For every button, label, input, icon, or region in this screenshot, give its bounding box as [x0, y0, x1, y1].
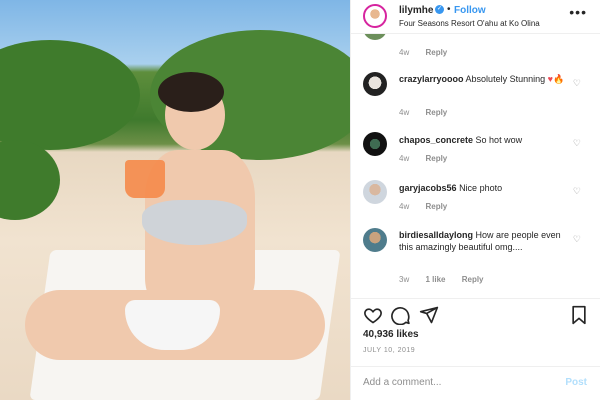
bush-shape — [0, 140, 60, 220]
commenter-avatar[interactable] — [363, 132, 387, 156]
post-header: lilymhe ✓ • Follow Four Seasons Resort O… — [351, 0, 600, 34]
post-location[interactable]: Four Seasons Resort O'ahu at Ko Olina — [399, 19, 540, 28]
comment-body: Nice photo — [459, 183, 503, 193]
comment-like-count[interactable]: 1 like — [425, 275, 445, 284]
comments-list[interactable]: 4w Reply crazylarryoooo Absolutely Stunn… — [351, 34, 600, 298]
comment-icon[interactable] — [391, 305, 411, 325]
comment-username[interactable]: birdiesalldaylong — [399, 230, 473, 240]
comment-text: birdiesalldaylong How are people even th… — [399, 229, 569, 253]
comment-username[interactable]: chapos_concrete — [399, 135, 473, 145]
comment-time: 4w — [399, 154, 410, 163]
swim-top-shape — [142, 200, 247, 245]
comment-input[interactable]: Add a comment... — [363, 377, 441, 388]
comment-username[interactable]: garyjacobs56 — [399, 183, 457, 193]
likes-count[interactable]: 40,936 likes — [363, 329, 419, 340]
hair-shape — [158, 72, 224, 112]
follow-button[interactable]: Follow — [454, 5, 486, 16]
comment-text: garyjacobs56 Nice photo — [399, 182, 569, 194]
drink-cup-shape — [125, 160, 165, 198]
fire-emoji-icon: 🔥 — [552, 74, 565, 84]
bush-shape — [0, 40, 140, 150]
post-actions: 40,936 likes JULY 10, 2019 — [351, 298, 600, 366]
post-button[interactable]: Post — [565, 377, 587, 388]
share-icon[interactable] — [419, 305, 439, 325]
add-comment-bar: Add a comment... Post — [351, 366, 600, 400]
post-sidebar: lilymhe ✓ • Follow Four Seasons Resort O… — [350, 0, 600, 400]
more-dots-icon[interactable]: ••• — [569, 4, 587, 20]
like-comment-heart-icon[interactable]: ♡ — [573, 138, 581, 149]
reply-button[interactable]: Reply — [425, 48, 447, 57]
like-comment-heart-icon[interactable]: ♡ — [573, 186, 581, 197]
post-username[interactable]: lilymhe — [399, 5, 433, 16]
comment-meta: 4w Reply — [399, 202, 461, 211]
verified-badge-icon: ✓ — [435, 5, 444, 14]
heart-icon[interactable] — [363, 305, 383, 325]
post-photo[interactable] — [0, 0, 350, 400]
comment-meta: 4w Reply — [399, 154, 461, 163]
comment-text: crazylarryoooo Absolutely Stunning ♥🔥 — [399, 73, 569, 85]
commenter-avatar[interactable] — [363, 34, 387, 40]
commenter-avatar[interactable] — [363, 72, 387, 96]
comment-meta: 3w 1 like Reply — [399, 275, 498, 284]
comment-time: 4w — [399, 48, 410, 57]
reply-button[interactable]: Reply — [425, 154, 447, 163]
reply-button[interactable]: Reply — [462, 275, 484, 284]
commenter-avatar[interactable] — [363, 228, 387, 252]
comment-text: chapos_concrete So hot wow — [399, 134, 569, 146]
separator-dot: • — [447, 4, 451, 15]
comment-username[interactable]: crazylarryoooo — [399, 74, 464, 84]
comment-time: 4w — [399, 108, 410, 117]
like-comment-heart-icon[interactable]: ♡ — [573, 78, 581, 89]
comment-meta: 4w Reply — [399, 108, 461, 117]
comment-body: So hot wow — [475, 135, 523, 145]
comment-time: 3w — [399, 275, 410, 284]
reply-button[interactable]: Reply — [425, 108, 447, 117]
commenter-avatar[interactable] — [363, 180, 387, 204]
comment-meta: 4w Reply — [399, 48, 461, 57]
like-comment-heart-icon[interactable]: ♡ — [573, 234, 581, 245]
post-date[interactable]: JULY 10, 2019 — [363, 347, 415, 354]
comment-time: 4w — [399, 202, 410, 211]
bookmark-icon[interactable] — [569, 305, 589, 325]
reply-button[interactable]: Reply — [425, 202, 447, 211]
comment-body: Absolutely Stunning — [465, 74, 546, 84]
avatar[interactable] — [363, 4, 387, 28]
